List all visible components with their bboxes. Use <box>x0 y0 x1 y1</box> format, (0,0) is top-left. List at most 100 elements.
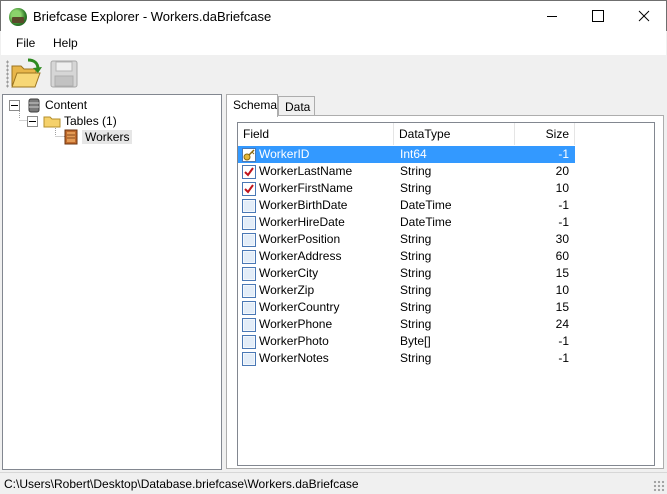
field-icon <box>242 215 256 230</box>
required-check-icon <box>242 164 256 179</box>
save-button[interactable] <box>47 58 81 90</box>
open-button[interactable] <box>10 58 44 90</box>
close-button[interactable] <box>621 1 667 31</box>
field-name: WorkerZip <box>259 283 315 297</box>
datatype-cell[interactable]: Int64 <box>394 146 515 163</box>
table-row[interactable]: WorkerBirthDate DateTime -1 <box>238 197 575 214</box>
datatype-cell[interactable]: String <box>394 350 515 367</box>
datatype-cell[interactable]: String <box>394 299 515 316</box>
table-row[interactable]: WorkerPosition String 30 <box>238 231 575 248</box>
size-cell[interactable]: -1 <box>515 350 575 367</box>
schema-grid[interactable]: Field DataType Size WorkerID Int64 -1 Worke… <box>237 122 655 466</box>
toolbar-grip[interactable] <box>6 60 9 88</box>
size-cell[interactable]: 60 <box>515 248 575 265</box>
field-cell[interactable]: WorkerAddress <box>238 248 394 265</box>
tree-node-tables[interactable]: Tables (1) <box>27 113 120 129</box>
table-row[interactable]: WorkerZip String 10 <box>238 282 575 299</box>
window-title: Briefcase Explorer - Workers.daBriefcase <box>33 9 272 24</box>
datatype-cell[interactable]: String <box>394 316 515 333</box>
size-cell[interactable]: -1 <box>515 214 575 231</box>
size-cell[interactable]: 24 <box>515 316 575 333</box>
field-cell[interactable]: WorkerCountry <box>238 299 394 316</box>
table-icon <box>64 129 78 145</box>
app-icon[interactable] <box>9 8 27 26</box>
maximize-icon <box>592 10 604 22</box>
field-cell[interactable]: WorkerNotes <box>238 350 394 367</box>
datatype-cell[interactable]: String <box>394 248 515 265</box>
size-cell[interactable]: 15 <box>515 265 575 282</box>
datatype-cell[interactable]: String <box>394 231 515 248</box>
field-cell[interactable]: WorkerID <box>238 146 394 163</box>
table-row[interactable]: WorkerCountry String 15 <box>238 299 575 316</box>
tree-panel[interactable]: Content Tables (1) Workers <box>2 94 222 470</box>
field-cell[interactable]: WorkerFirstName <box>238 180 394 197</box>
datatype-cell[interactable]: DateTime <box>394 214 515 231</box>
tree-label-content: Content <box>45 98 88 112</box>
maximize-button[interactable] <box>575 1 621 31</box>
field-name: WorkerPhone <box>259 317 333 331</box>
tab-control: Schema Data Field DataType Size WorkerID… <box>225 94 665 470</box>
size-cell[interactable]: -1 <box>515 197 575 214</box>
folder-icon <box>43 116 61 128</box>
datatype-cell[interactable]: DateTime <box>394 197 515 214</box>
field-name: WorkerHireDate <box>259 215 345 229</box>
datatype-cell[interactable]: String <box>394 265 515 282</box>
field-cell[interactable]: WorkerBirthDate <box>238 197 394 214</box>
size-cell[interactable]: 20 <box>515 163 575 180</box>
table-row[interactable]: WorkerPhoto Byte[] -1 <box>238 333 575 350</box>
table-row[interactable]: WorkerFirstName String 10 <box>238 180 575 197</box>
datatype-cell[interactable]: String <box>394 163 515 180</box>
status-path: C:\Users\Robert\Desktop\Database.briefca… <box>4 477 359 491</box>
field-cell[interactable]: WorkerPhoto <box>238 333 394 350</box>
field-cell[interactable]: WorkerCity <box>238 265 394 282</box>
tab-schema[interactable]: Schema <box>226 94 278 117</box>
tree-node-workers[interactable]: Workers <box>63 129 133 145</box>
datatype-cell[interactable]: String <box>394 180 515 197</box>
size-cell[interactable]: 15 <box>515 299 575 316</box>
size-cell[interactable]: 10 <box>515 180 575 197</box>
table-row[interactable]: WorkerNotes String -1 <box>238 350 575 367</box>
column-header-field[interactable]: Field <box>238 123 394 145</box>
field-name: WorkerAddress <box>259 249 342 263</box>
field-icon <box>242 232 256 247</box>
toolbar <box>1 55 666 93</box>
field-name: WorkerPosition <box>259 232 341 246</box>
field-cell[interactable]: WorkerPhone <box>238 316 394 333</box>
size-cell[interactable]: 30 <box>515 231 575 248</box>
menu-file[interactable]: File <box>16 36 35 50</box>
resize-grip[interactable] <box>653 480 665 492</box>
table-row[interactable]: WorkerPhone String 24 <box>238 316 575 333</box>
size-cell[interactable]: 10 <box>515 282 575 299</box>
collapse-icon[interactable] <box>9 99 20 111</box>
tree-node-content[interactable]: Content <box>9 97 90 113</box>
size-cell[interactable]: -1 <box>515 146 575 163</box>
datatype-cell[interactable]: String <box>394 282 515 299</box>
table-row[interactable]: WorkerID Int64 -1 <box>238 146 575 163</box>
collapse-icon[interactable] <box>27 115 38 127</box>
status-bar: C:\Users\Robert\Desktop\Database.briefca… <box>0 472 667 494</box>
field-name: WorkerCity <box>259 266 319 280</box>
table-row[interactable]: WorkerLastName String 20 <box>238 163 575 180</box>
size-cell[interactable]: -1 <box>515 333 575 350</box>
field-icon <box>242 249 256 264</box>
table-row[interactable]: WorkerHireDate DateTime -1 <box>238 214 575 231</box>
required-check-icon <box>242 181 256 196</box>
field-name: WorkerNotes <box>259 351 329 365</box>
datatype-cell[interactable]: Byte[] <box>394 333 515 350</box>
field-cell[interactable]: WorkerPosition <box>238 231 394 248</box>
field-cell[interactable]: WorkerHireDate <box>238 214 394 231</box>
menu-help[interactable]: Help <box>53 36 78 50</box>
field-name: WorkerBirthDate <box>259 198 348 212</box>
field-cell[interactable]: WorkerLastName <box>238 163 394 180</box>
tab-data[interactable]: Data <box>278 96 315 116</box>
field-name: WorkerID <box>256 146 313 163</box>
field-icon <box>242 317 256 332</box>
table-row[interactable]: WorkerAddress String 60 <box>238 248 575 265</box>
open-folder-icon <box>11 58 42 88</box>
column-header-size[interactable]: Size <box>515 123 575 145</box>
column-header-datatype[interactable]: DataType <box>394 123 515 145</box>
table-row[interactable]: WorkerCity String 15 <box>238 265 575 282</box>
title-bar[interactable]: Briefcase Explorer - Workers.daBriefcase <box>0 0 667 31</box>
field-cell[interactable]: WorkerZip <box>238 282 394 299</box>
minimize-button[interactable] <box>529 1 575 31</box>
